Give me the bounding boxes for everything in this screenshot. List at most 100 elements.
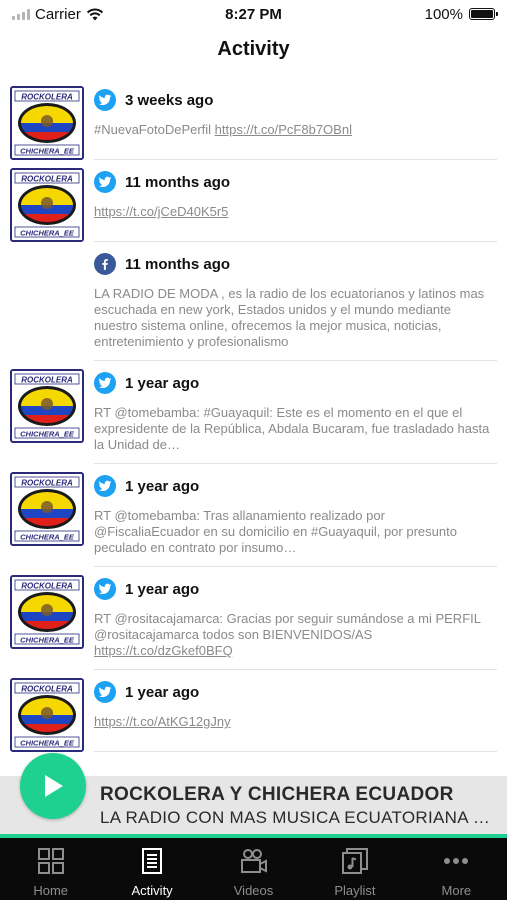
mini-player[interactable]: ROCKOLERA Y CHICHERA ECUADOR LA RADIO CO… — [0, 753, 507, 834]
feed-item[interactable]: ROCKOLERA CHICHERA_EE 1 year ago RT @tomeba… — [0, 464, 507, 567]
tab-icon-wrap — [137, 846, 167, 876]
thumb-slot: ROCKOLERA CHICHERA_EE — [10, 168, 84, 242]
tab-icon-wrap — [441, 846, 471, 876]
post-text: https://t.co/jCeD40K5r5 — [94, 204, 491, 220]
thumb-slot: ROCKOLERA CHICHERA_EE — [10, 369, 84, 443]
tab-playlist[interactable]: Playlist — [304, 838, 405, 900]
post-time: 1 year ago — [125, 374, 200, 392]
play-icon — [45, 775, 63, 797]
station-logo-image: ROCKOLERA CHICHERA_EE — [12, 474, 82, 544]
post-body: RT @tomebamba: Tras allanamiento realiza… — [94, 508, 457, 555]
tab-label: More — [441, 883, 472, 898]
post-link[interactable]: https://t.co/PcF8b7OBnl — [215, 122, 352, 137]
feed-item-meta: 1 year ago — [94, 371, 491, 395]
tab-label: Home — [33, 883, 69, 898]
tab-icon-wrap — [239, 846, 269, 876]
post-body: RT @tomebamba: #Guayaquil: Este es el mo… — [94, 405, 490, 452]
twitter-icon — [94, 171, 116, 193]
twitter-icon — [94, 89, 116, 111]
feed-item[interactable]: ROCKOLERA CHICHERA_EE 1 year ago RT @rosita… — [0, 567, 507, 670]
feed-item-content: 3 weeks ago #NuevaFotoDePerfil https://t.… — [94, 86, 497, 160]
post-link[interactable]: https://t.co/dzGkef0BFQ — [94, 643, 233, 658]
logo-text-top: ROCKOLERA — [21, 93, 73, 102]
post-text: LA RADIO DE MODA , es la radio de los ec… — [94, 286, 491, 350]
carrier-label: Carrier — [35, 5, 81, 23]
station-avatar: ROCKOLERA CHICHERA_EE — [10, 168, 84, 242]
tab-more[interactable]: More — [406, 838, 507, 900]
station-logo-image: ROCKOLERA CHICHERA_EE — [12, 680, 82, 750]
post-body: LA RADIO DE MODA , es la radio de los ec… — [94, 286, 485, 349]
logo-text-top: ROCKOLERA — [21, 685, 73, 694]
activity-list-icon — [142, 848, 163, 874]
feed-item[interactable]: ROCKOLERA CHICHERA_EE 1 year ago RT @tomeba… — [0, 361, 507, 464]
post-time: 1 year ago — [125, 580, 200, 598]
logo-text-bottom: CHICHERA_EE — [20, 147, 75, 156]
station-subtitle: LA RADIO CON MAS MUSICA ECUATORIANA DEL … — [100, 808, 490, 827]
feed-item-meta: 11 months ago — [94, 252, 491, 276]
activity-feed[interactable]: ROCKOLERA CHICHERA_EE 3 weeks ago #NuevaFot… — [0, 78, 507, 778]
station-logo-image: ROCKOLERA CHICHERA_EE — [12, 371, 82, 441]
feed-item[interactable]: 11 months ago LA RADIO DE MODA , es la ra… — [0, 242, 507, 361]
station-avatar: ROCKOLERA CHICHERA_EE — [10, 575, 84, 649]
tab-label: Playlist — [334, 883, 376, 898]
post-time: 3 weeks ago — [125, 91, 214, 109]
post-time: 11 months ago — [125, 255, 231, 273]
post-text: RT @tomebamba: #Guayaquil: Este es el mo… — [94, 405, 491, 453]
logo-text-bottom: CHICHERA_EE — [20, 636, 75, 645]
feed-item-content: 11 months ago LA RADIO DE MODA , es la ra… — [94, 250, 497, 361]
logo-text-top: ROCKOLERA — [21, 175, 73, 184]
home-grid-icon — [37, 848, 64, 874]
signal-icon — [12, 8, 30, 20]
station-logo-image: ROCKOLERA CHICHERA_EE — [12, 577, 82, 647]
thumb-slot: ROCKOLERA CHICHERA_EE — [10, 575, 84, 649]
thumb-slot: ROCKOLERA CHICHERA_EE — [10, 472, 84, 546]
tab-videos[interactable]: Videos — [203, 838, 304, 900]
carrier-group: Carrier — [12, 6, 182, 23]
feed-item[interactable]: ROCKOLERA CHICHERA_EE 1 year ago https://t.… — [0, 670, 507, 752]
post-text: #NuevaFotoDePerfil https://t.co/PcF8b7OB… — [94, 122, 491, 138]
post-link[interactable]: https://t.co/jCeD40K5r5 — [94, 204, 228, 219]
feed-item-content: 1 year ago RT @rositacajamarca: Gracias p… — [94, 575, 497, 670]
battery-percent: 100% — [424, 5, 463, 23]
battery-group: 100% — [325, 5, 498, 23]
tab-icon-wrap — [36, 846, 66, 876]
logo-text-bottom: CHICHERA_EE — [20, 739, 75, 748]
post-time: 11 months ago — [125, 173, 231, 191]
tab-activity[interactable]: Activity — [101, 838, 202, 900]
tab-icon-wrap — [340, 846, 370, 876]
logo-text-top: ROCKOLERA — [21, 582, 73, 591]
post-body: RT @rositacajamarca: Gracias por seguir … — [94, 611, 481, 642]
play-button[interactable] — [20, 753, 86, 819]
facebook-icon — [94, 253, 116, 275]
more-dots-icon — [444, 858, 469, 864]
feed-item[interactable]: ROCKOLERA CHICHERA_EE 11 months ago https:/… — [0, 160, 507, 242]
feed-item-content: 11 months ago https://t.co/jCeD40K5r5 — [94, 168, 497, 242]
station-avatar: ROCKOLERA CHICHERA_EE — [10, 369, 84, 443]
logo-text-top: ROCKOLERA — [21, 479, 73, 488]
twitter-icon — [94, 681, 116, 703]
status-bar: Carrier 8:27 PM 100% — [0, 0, 507, 28]
post-time: 1 year ago — [125, 683, 200, 701]
post-link[interactable]: https://t.co/AtKG12gJny — [94, 714, 231, 729]
twitter-icon — [94, 475, 116, 497]
post-text: RT @tomebamba: Tras allanamiento realiza… — [94, 508, 491, 556]
tab-bar: Home Activity Videos Playlist More — [0, 838, 507, 900]
station-avatar: ROCKOLERA CHICHERA_EE — [10, 86, 84, 160]
thumb-slot: ROCKOLERA CHICHERA_EE — [10, 678, 84, 752]
feed-item-content: 1 year ago https://t.co/AtKG12gJny — [94, 678, 497, 752]
feed-item-content: 1 year ago RT @tomebamba: #Guayaquil: Est… — [94, 369, 497, 464]
battery-icon — [469, 8, 498, 20]
page-title: Activity — [217, 38, 290, 60]
logo-text-bottom: CHICHERA_EE — [20, 430, 75, 439]
tab-label: Activity — [131, 883, 173, 898]
station-title: ROCKOLERA Y CHICHERA ECUADOR — [100, 784, 454, 805]
feed-item[interactable]: ROCKOLERA CHICHERA_EE 3 weeks ago #NuevaFot… — [0, 78, 507, 160]
station-avatar: ROCKOLERA CHICHERA_EE — [10, 472, 84, 546]
station-avatar: ROCKOLERA CHICHERA_EE — [10, 678, 84, 752]
feed-item-meta: 1 year ago — [94, 474, 491, 498]
post-body: #NuevaFotoDePerfil — [94, 122, 215, 137]
status-time: 8:27 PM — [225, 5, 282, 23]
post-text: RT @rositacajamarca: Gracias por seguir … — [94, 611, 491, 659]
logo-text-top: ROCKOLERA — [21, 376, 73, 385]
tab-home[interactable]: Home — [0, 838, 101, 900]
